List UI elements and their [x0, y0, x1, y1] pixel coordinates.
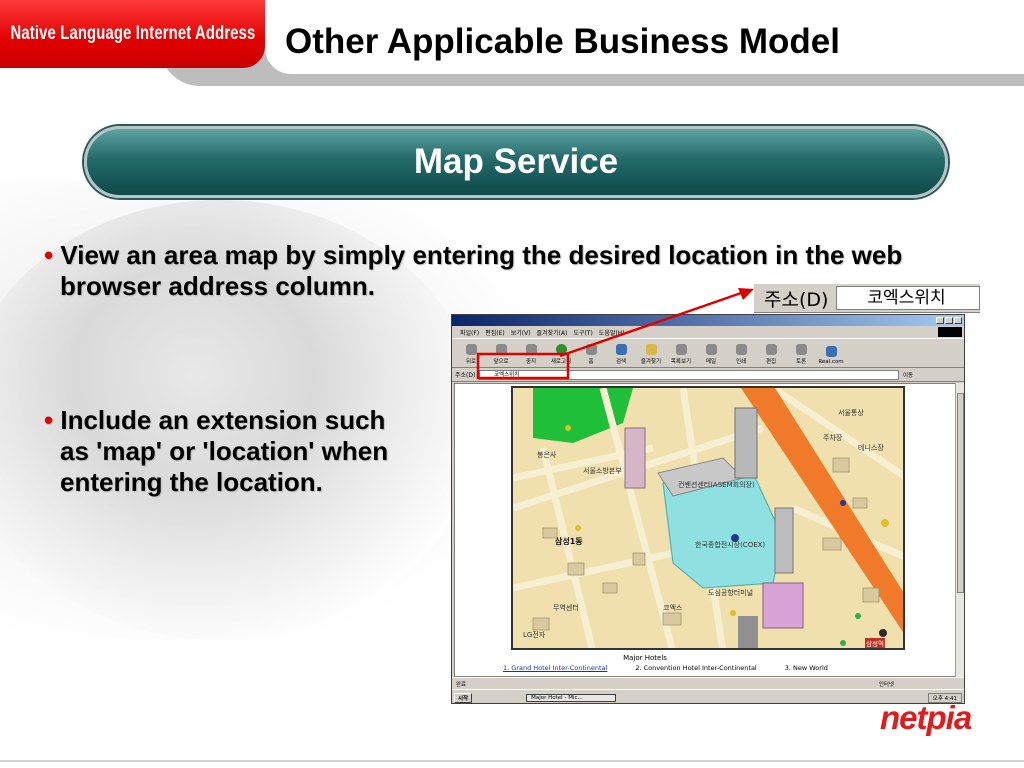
callout-overlay: [476, 288, 754, 380]
netpia-logo: netpia: [880, 699, 972, 736]
address-highlight-box: [476, 352, 570, 380]
callout-arrow-line: [559, 290, 745, 358]
footer-divider: [0, 760, 1024, 762]
